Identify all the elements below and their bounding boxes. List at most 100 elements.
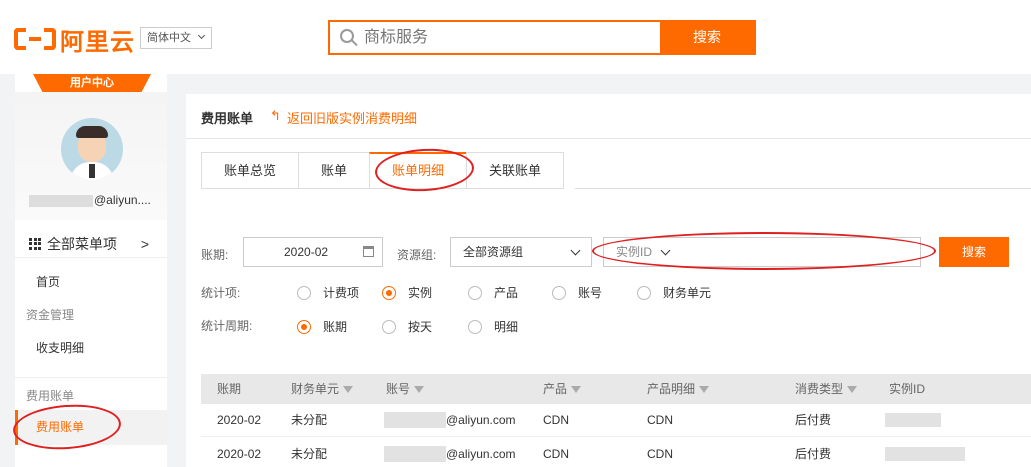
tab-bar: 账单总览 账单 账单明细 关联账单 [201,152,565,189]
tab-bill-overview[interactable]: 账单总览 [201,152,299,189]
stat-item-label: 统计项: [201,286,241,300]
filter-icon [847,386,858,394]
email-redacted [29,195,93,207]
chevron-right-icon: > [140,236,149,252]
radio-billing-item[interactable]: 计费项 [297,284,359,301]
aliyun-logo[interactable]: 阿里云 [14,24,135,56]
cell-product-detail: CDN [647,447,673,461]
tab-bill[interactable]: 账单 [298,152,370,189]
col-label: 账号 [386,382,411,396]
resource-group-label: 资源组: [397,248,437,262]
col-account[interactable]: 账号 [386,374,425,404]
radio-period[interactable]: 账期 [297,318,347,335]
cell-period: 2020-02 [217,447,262,461]
col-period: 账期 [217,382,242,396]
back-arrow-icon[interactable]: ↰ [270,108,281,124]
resource-group-value: 全部资源组 [463,245,524,259]
tab-linked-bills[interactable]: 关联账单 [466,152,565,189]
search-button[interactable]: 搜索 [660,22,754,53]
all-menu-toggle[interactable]: 全部菜单项 > [15,230,167,258]
instance-id-redacted [885,447,965,461]
account-redacted [384,412,446,428]
calendar-icon [363,246,374,257]
radio-daily[interactable]: 按天 [382,318,432,335]
cell-period: 2020-02 [217,413,262,427]
radio-detail[interactable]: 明细 [468,318,518,335]
chevron-down-icon [197,31,206,40]
table-row[interactable]: 2020-02 未分配 @aliyun.com CDN CDN 后付费 [201,438,1031,467]
filter-icon [571,386,582,394]
language-label: 简体中文 [147,32,191,44]
sidebar-category-billing: 费用账单 [26,389,75,403]
radio-label: 账号 [578,286,603,300]
cell-account: @aliyun.com [446,413,516,427]
chevron-down-icon [660,245,671,256]
instance-id-label: 实例ID [616,245,653,259]
grid-menu-icon [29,237,41,250]
back-to-old-link[interactable]: 返回旧版实例消费明细 [287,108,417,127]
col-product-detail[interactable]: 产品明细 [647,374,710,404]
radio-label: 账期 [323,320,348,334]
col-finance-unit[interactable]: 财务单元 [291,374,354,404]
tab-underline [575,188,1031,189]
filter-search-button[interactable]: 搜索 [939,237,1009,267]
cell-finance-unit: 未分配 [291,413,328,427]
user-center-badge: 用户中心 [33,74,151,92]
col-label: 消费类型 [795,382,844,396]
radio-label: 计费项 [323,286,360,300]
language-select[interactable]: 简体中文 [140,27,212,49]
sidebar-item-income-expense[interactable]: 收支明细 [15,339,167,356]
cell-consume-type: 后付费 [795,413,832,427]
instance-id-redacted [885,413,941,427]
stat-period-label: 统计周期: [201,319,253,333]
cell-consume-type: 后付费 [795,447,832,461]
chevron-down-icon [570,245,581,256]
account-redacted [384,446,446,462]
radio-label: 产品 [494,286,519,300]
col-instance-id: 实例ID [889,382,926,396]
user-email: @aliyun.... [94,193,151,207]
search-input[interactable] [360,22,660,53]
col-label: 财务单元 [291,382,340,396]
filter-icon [699,386,710,394]
page-title: 费用账单 [201,111,254,126]
sidebar-item-home[interactable]: 首页 [15,273,167,290]
main-panel: 费用账单 ↰ 返回旧版实例消费明细 账单总览 账单 账单明细 关联账单 账期: … [186,94,1031,467]
global-search: 搜索 [328,20,756,55]
cell-account: @aliyun.com [446,447,516,461]
title-divider [186,138,1031,139]
filter-icon [414,386,425,394]
radio-finance-unit[interactable]: 财务单元 [637,284,711,301]
radio-label: 实例 [408,286,433,300]
radio-product[interactable]: 产品 [468,284,518,301]
period-picker[interactable]: 2020-02 [243,237,383,267]
cell-product: CDN [543,413,569,427]
cell-finance-unit: 未分配 [291,447,328,461]
col-label: 产品明细 [647,382,696,396]
sidebar-category-funds: 资金管理 [26,308,75,322]
logo-text: 阿里云 [60,27,135,56]
filter-icon [343,386,354,394]
cell-product: CDN [543,447,569,461]
top-bar: 阿里云 简体中文 搜索 [0,0,1031,74]
col-consume-type[interactable]: 消费类型 [795,374,858,404]
radio-label: 按天 [408,320,433,334]
cell-product-detail: CDN [647,413,673,427]
sidebar: @aliyun.... 用户中心 全部菜单项 > 首页 资金管理 收支明细 费用… [15,74,167,467]
tab-bill-details[interactable]: 账单明细 [369,152,467,189]
radio-account[interactable]: 账号 [552,284,602,301]
sidebar-divider [15,377,167,378]
aliyun-logo-icon [14,26,56,52]
avatar[interactable] [61,118,123,180]
instance-id-select[interactable]: 实例ID [603,237,921,267]
table-header: 账期 财务单元 账号 产品 产品明细 消费类型 实例ID [201,374,1031,404]
profile-panel: @aliyun.... [15,92,167,220]
sidebar-item-billing[interactable]: 费用账单 [15,410,167,445]
resource-group-select[interactable]: 全部资源组 [450,237,592,267]
col-product[interactable]: 产品 [543,374,582,404]
col-label: 产品 [543,382,568,396]
table-row[interactable]: 2020-02 未分配 @aliyun.com CDN CDN 后付费 [201,404,1031,437]
radio-label: 明细 [494,320,519,334]
radio-instance[interactable]: 实例 [382,284,432,301]
period-value: 2020-02 [284,245,329,259]
